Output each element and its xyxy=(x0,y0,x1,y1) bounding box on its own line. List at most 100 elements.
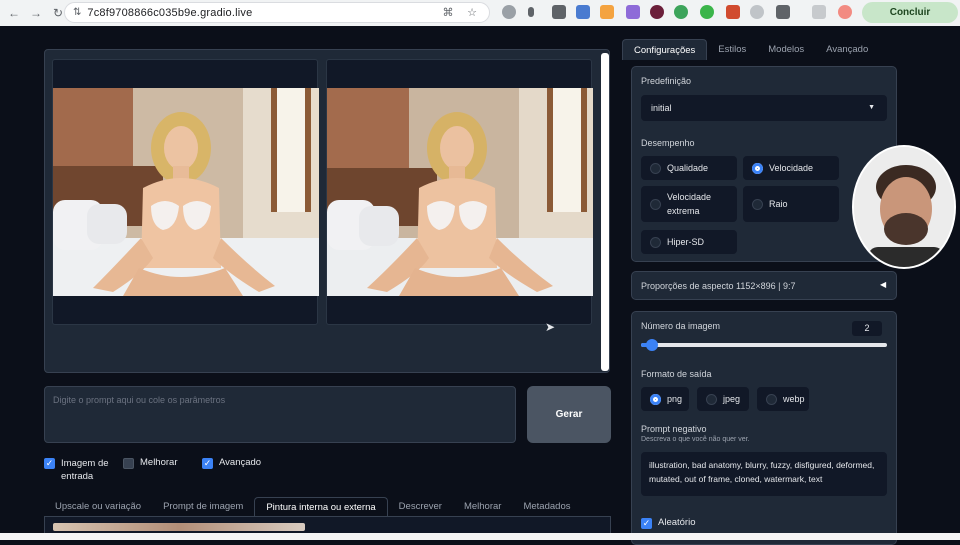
performance-speed-option[interactable]: Velocidade xyxy=(743,156,839,180)
presenter-face-graphic xyxy=(854,147,954,267)
option-label: webp xyxy=(783,394,805,404)
advanced-label: Avançado xyxy=(219,457,262,468)
tab-describe[interactable]: Descrever xyxy=(388,497,453,516)
generate-button[interactable]: Gerar xyxy=(527,386,611,443)
enhance-checkbox[interactable]: Melhorar xyxy=(123,457,178,469)
radio-icon xyxy=(706,393,717,405)
update-button[interactable]: Concluir atualização xyxy=(862,2,958,39)
tab-models[interactable]: Modelos xyxy=(757,39,815,60)
option-label: Hiper-SD xyxy=(667,237,705,247)
gmail-extension-icon[interactable] xyxy=(726,5,740,19)
preset-value: initial xyxy=(651,103,672,113)
grid-icon[interactable] xyxy=(552,5,566,19)
puzzle-icon[interactable] xyxy=(776,5,790,19)
performance-lightning-option[interactable]: Raio xyxy=(743,186,839,222)
random-seed-checkbox[interactable]: ✓ Aleatório xyxy=(641,517,696,529)
extension-icon[interactable] xyxy=(502,5,516,19)
output-gallery: ➤ xyxy=(44,49,610,373)
format-png-option[interactable]: png xyxy=(641,387,689,411)
format-jpeg-option[interactable]: jpeg xyxy=(697,387,749,411)
webcam-overlay xyxy=(852,145,956,269)
gallery-item[interactable] xyxy=(326,59,593,325)
option-label: png xyxy=(667,394,683,404)
option-label: jpeg xyxy=(723,394,741,404)
tab-image-prompt[interactable]: Prompt de imagem xyxy=(152,497,254,516)
negative-prompt-label: Prompt negativo xyxy=(641,424,707,434)
image-number-slider[interactable] xyxy=(641,339,887,351)
green-extension-icon[interactable] xyxy=(700,5,714,19)
site-settings-icon[interactable]: ⇅ xyxy=(73,7,81,18)
orange-extension-icon[interactable] xyxy=(600,5,614,19)
prompt-input[interactable]: Digite o prompt aqui ou cole os parâmetr… xyxy=(44,386,516,443)
negative-prompt-input[interactable]: illustration, bad anatomy, blurry, fuzzy… xyxy=(641,452,887,496)
preset-label: Predefinição xyxy=(641,76,692,86)
prompt-placeholder: Digite o prompt aqui ou cole os parâmetr… xyxy=(53,395,226,405)
performance-quality-option[interactable]: Qualidade xyxy=(641,156,737,180)
checkmark-icon: ✓ xyxy=(44,458,55,469)
output-format-label: Formato de saída xyxy=(641,369,712,379)
tab-upscale[interactable]: Upscale ou variação xyxy=(44,497,152,516)
browser-toolbar: ← → ↻ ⇅ 7c8f9708866c035b9e.gradio.live ⌘… xyxy=(0,0,960,39)
radio-icon xyxy=(752,198,763,210)
tab-advanced[interactable]: Avançado xyxy=(815,39,879,60)
checkbox-box xyxy=(123,458,134,469)
input-image-label: Imagem de entrada xyxy=(61,458,109,482)
random-label: Aleatório xyxy=(658,517,696,528)
tab-styles[interactable]: Estilos xyxy=(707,39,757,60)
performance-extreme-speed-option[interactable]: Velocidade extrema xyxy=(641,186,737,222)
download-icon[interactable] xyxy=(812,5,826,19)
mouse-cursor-icon: ➤ xyxy=(545,320,556,334)
radio-selected-icon xyxy=(752,162,763,174)
collapse-triangle-icon: ◀ xyxy=(880,280,887,289)
back-icon[interactable]: ← xyxy=(6,5,22,21)
address-bar[interactable]: ⇅ 7c8f9708866c035b9e.gradio.live ⌘ ☆ xyxy=(64,2,490,23)
profile-icon[interactable] xyxy=(838,5,852,19)
url-text: 7c8f9708866c035b9e.gradio.live xyxy=(87,6,253,19)
app-root: ➤ Digite o prompt aqui ou cole os parâme… xyxy=(0,26,960,545)
tab-metadata[interactable]: Metadados xyxy=(512,497,581,516)
forward-icon[interactable]: → xyxy=(28,5,44,21)
gallery-item[interactable] xyxy=(52,59,319,325)
bookmark-star-icon[interactable]: ☆ xyxy=(465,6,479,20)
radio-icon xyxy=(766,393,777,405)
option-label: Velocidade extrema xyxy=(667,192,712,216)
cube-extension-icon[interactable] xyxy=(576,5,590,19)
checkmark-icon: ✓ xyxy=(641,518,652,529)
bottom-edge xyxy=(0,533,960,540)
aspect-ratio-label: Proporções de aspecto 1152×896 | 9:7 xyxy=(641,281,796,291)
performance-hyper-sd-option[interactable]: Hiper-SD xyxy=(641,230,737,254)
grey-extension-icon[interactable] xyxy=(750,5,764,19)
inpaint-image-preview[interactable] xyxy=(53,523,305,531)
generated-image[interactable] xyxy=(327,88,593,296)
option-label: Raio xyxy=(769,199,788,209)
preset-select[interactable]: initial ▼ xyxy=(641,95,887,121)
translate-icon[interactable]: ⌘ xyxy=(441,6,455,20)
aspect-ratio-accordion[interactable]: Proporções de aspecto 1152×896 | 9:7 ◀ xyxy=(631,271,897,300)
tab-settings[interactable]: Configurações xyxy=(622,39,708,60)
slider-handle[interactable] xyxy=(646,339,658,351)
settings-tabs: Configurações Estilos Modelos Avançado xyxy=(622,39,898,60)
radio-icon xyxy=(650,162,661,174)
tab-enhance[interactable]: Melhorar xyxy=(453,497,513,516)
input-image-checkbox[interactable]: ✓ Imagem de entrada xyxy=(44,457,120,483)
image-number-input[interactable]: 2 xyxy=(852,321,882,336)
radio-icon xyxy=(650,198,661,210)
generated-image[interactable] xyxy=(53,88,319,296)
chrome-extension-icon[interactable] xyxy=(674,5,688,19)
enhance-label: Melhorar xyxy=(140,457,178,468)
negative-prompt-hint: Descreva o que você não quer ver. xyxy=(641,436,750,443)
performance-label: Desempenho xyxy=(641,138,695,148)
tab-inpaint[interactable]: Pintura interna ou externa xyxy=(254,497,388,516)
option-label: Velocidade xyxy=(769,163,814,173)
image-number-label: Número da imagem xyxy=(641,321,721,331)
maroon-extension-icon[interactable] xyxy=(650,5,664,19)
format-webp-option[interactable]: webp xyxy=(757,387,809,411)
generated-image-graphic xyxy=(53,88,319,296)
gallery-scrollbar[interactable] xyxy=(601,53,609,371)
purple-extension-icon[interactable] xyxy=(626,5,640,19)
pen-icon[interactable] xyxy=(528,7,534,17)
radio-icon xyxy=(650,236,661,248)
option-label: Qualidade xyxy=(667,163,709,173)
input-tabs: Upscale ou variação Prompt de imagem Pin… xyxy=(44,497,611,517)
advanced-checkbox[interactable]: ✓ Avançado xyxy=(202,457,261,469)
